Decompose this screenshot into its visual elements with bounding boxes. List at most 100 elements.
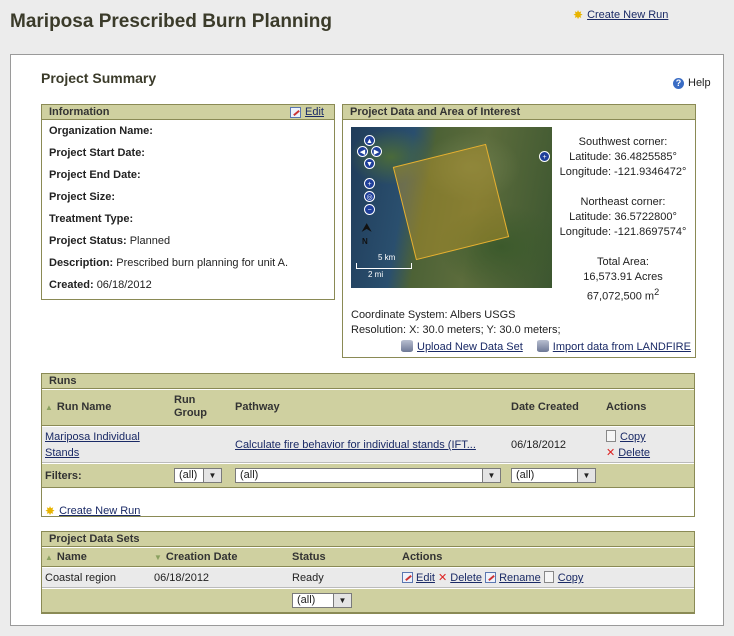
- pan-right-icon[interactable]: ▶: [371, 146, 382, 157]
- col-pathway[interactable]: Pathway: [235, 401, 280, 414]
- zoom-in-icon[interactable]: +: [364, 178, 375, 189]
- edit-link[interactable]: Edit: [305, 106, 324, 118]
- sw-latitude: Latitude: 36.4825585°: [569, 151, 677, 163]
- help-label[interactable]: Help: [688, 77, 711, 89]
- coordinate-system: Coordinate System: Albers USGS: [351, 309, 516, 321]
- copy-run-link[interactable]: Copy: [620, 431, 646, 443]
- database-icon: [536, 340, 549, 352]
- info-row: Treatment Type:: [49, 212, 334, 234]
- info-label: Project Start Date:: [49, 147, 145, 159]
- copy-run-button[interactable]: Copy: [606, 430, 646, 443]
- pathway-filter-value: (all): [240, 469, 259, 481]
- chevron-down-icon[interactable]: ▼: [203, 469, 221, 482]
- help-icon: ?: [673, 77, 684, 89]
- scale-km: 5 km: [378, 253, 396, 262]
- top-create-run[interactable]: ✸ Create New Run: [573, 9, 668, 21]
- create-new-run-link[interactable]: Create New Run: [587, 9, 668, 21]
- col-creation-date-label[interactable]: Creation Date: [166, 551, 238, 563]
- col-dataset-name[interactable]: ▲ Name: [45, 551, 87, 564]
- info-label: Project End Date:: [49, 169, 141, 181]
- date-created-cell: 06/18/2012: [511, 439, 567, 451]
- globe-icon[interactable]: ◎: [364, 191, 375, 202]
- info-label: Treatment Type:: [49, 213, 134, 225]
- edit-icon: [402, 572, 413, 583]
- import-landfire-button[interactable]: Import data from LANDFIRE: [536, 340, 691, 353]
- runs-create-new-run-link[interactable]: Create New Run: [59, 505, 140, 517]
- delete-run-link[interactable]: Delete: [618, 447, 650, 459]
- col-run-group[interactable]: Run Group: [174, 394, 214, 420]
- ne-corner-label: Northeast corner:: [580, 196, 666, 208]
- chevron-down-icon[interactable]: ▼: [333, 594, 351, 607]
- area-m2-value: 67,072,500 m: [586, 290, 655, 303]
- rename-dataset-button[interactable]: Rename: [485, 572, 541, 584]
- edit-information-button[interactable]: Edit: [290, 106, 324, 118]
- layer-switcher-icon[interactable]: +: [539, 151, 550, 162]
- datasets-filter-row: (all) ▼: [42, 589, 694, 613]
- pan-up-icon[interactable]: ▲: [364, 135, 375, 146]
- info-row: Organization Name:: [49, 124, 334, 146]
- area-acres: 16,573.91 Acres: [583, 271, 663, 283]
- table-row: Mariposa Individual Stands Calculate fire…: [42, 427, 694, 463]
- info-row: Description: Prescribed burn planning fo…: [49, 256, 334, 278]
- info-label: Created:: [49, 279, 94, 291]
- run-group-filter-value: (all): [179, 469, 198, 481]
- pan-left-icon[interactable]: ◀: [357, 146, 368, 157]
- information-heading: Information: [49, 106, 110, 118]
- pathway-link[interactable]: Calculate fire behavior for individual s…: [235, 439, 476, 451]
- area-map[interactable]: ▲ ◀ ▶ ▼ + ◎ − ⮝ N + 5 km 2 mi: [351, 127, 552, 288]
- pathway-filter-select[interactable]: (all) ▼: [235, 468, 501, 483]
- run-name-cell[interactable]: Mariposa Individual Stands: [45, 429, 140, 461]
- table-row: Coastal region 06/18/2012 Ready Edit ✕ De…: [42, 568, 694, 588]
- filters-row: Filters: (all) ▼ (all) ▼ (all) ▼: [42, 464, 694, 488]
- edit-dataset-link[interactable]: Edit: [416, 572, 435, 584]
- information-box: Information Edit Organization Name: Proj…: [41, 104, 335, 300]
- upload-data-set-button[interactable]: Upload New Data Set: [401, 340, 523, 353]
- runs-table-header: ▲ Run Name Run Group Pathway Date Created…: [42, 390, 694, 426]
- delete-dataset-button[interactable]: ✕ Delete: [438, 572, 482, 584]
- col-dataset-name-label[interactable]: Name: [57, 551, 87, 563]
- delete-icon: ✕: [606, 447, 616, 459]
- dataset-status-cell: Ready: [292, 572, 324, 584]
- run-actions-cell: Copy ✕ Delete: [606, 429, 650, 461]
- chevron-down-icon[interactable]: ▼: [482, 469, 500, 482]
- datasets-box: Project Data Sets ▲ Name ▼ Creation Date S…: [41, 531, 695, 614]
- run-name-link[interactable]: Mariposa Individual: [45, 431, 140, 443]
- col-run-name[interactable]: ▲ Run Name: [45, 401, 111, 414]
- help-button[interactable]: ? Help: [673, 77, 711, 89]
- runs-create-run[interactable]: ✸ Create New Run: [45, 505, 140, 517]
- run-group-filter-select[interactable]: (all) ▼: [174, 468, 222, 483]
- upload-data-set-link[interactable]: Upload New Data Set: [417, 341, 523, 353]
- aoi-coordinates: Southwest corner: Latitude: 36.4825585° …: [558, 135, 688, 305]
- col-creation-date[interactable]: ▼ Creation Date: [154, 551, 237, 564]
- edit-dataset-button[interactable]: Edit: [402, 572, 435, 584]
- sort-desc-icon: ▼: [154, 553, 162, 562]
- star-icon: ✸: [573, 8, 584, 22]
- status-filter-value: (all): [297, 594, 316, 606]
- info-label: Organization Name:: [49, 125, 153, 137]
- copy-dataset-button[interactable]: Copy: [543, 571, 584, 584]
- filters-label: Filters:: [45, 470, 82, 482]
- col-run-name-label[interactable]: Run Name: [57, 401, 111, 413]
- datasets-table-header: ▲ Name ▼ Creation Date Status Actions: [42, 548, 694, 567]
- col-date-created[interactable]: Date Created: [511, 401, 579, 414]
- zoom-out-icon[interactable]: −: [364, 204, 375, 215]
- rename-dataset-link[interactable]: Rename: [499, 572, 541, 584]
- delete-run-button[interactable]: ✕ Delete: [606, 447, 650, 459]
- dataset-date-cell: 06/18/2012: [154, 572, 210, 584]
- ne-latitude: Latitude: 36.5722800°: [569, 211, 677, 223]
- sort-asc-icon: ▲: [45, 403, 53, 412]
- star-icon: ✸: [45, 504, 56, 518]
- run-name-link-cont[interactable]: Stands: [45, 447, 79, 459]
- status-filter-select[interactable]: (all) ▼: [292, 593, 352, 608]
- delete-dataset-link[interactable]: Delete: [450, 572, 482, 584]
- chevron-down-icon[interactable]: ▼: [577, 469, 595, 482]
- runs-box: Runs ▲ Run Name Run Group Pathway Date Cr…: [41, 373, 695, 517]
- pan-down-icon[interactable]: ▼: [364, 158, 375, 169]
- col-status[interactable]: Status: [292, 551, 326, 564]
- page-title: Project Summary: [41, 70, 157, 86]
- copy-dataset-link[interactable]: Copy: [558, 572, 584, 584]
- date-filter-select[interactable]: (all) ▼: [511, 468, 596, 483]
- pathway-cell[interactable]: Calculate fire behavior for individual s…: [235, 437, 476, 453]
- import-landfire-link[interactable]: Import data from LANDFIRE: [553, 341, 691, 353]
- map-scale: 5 km 2 mi: [356, 253, 412, 279]
